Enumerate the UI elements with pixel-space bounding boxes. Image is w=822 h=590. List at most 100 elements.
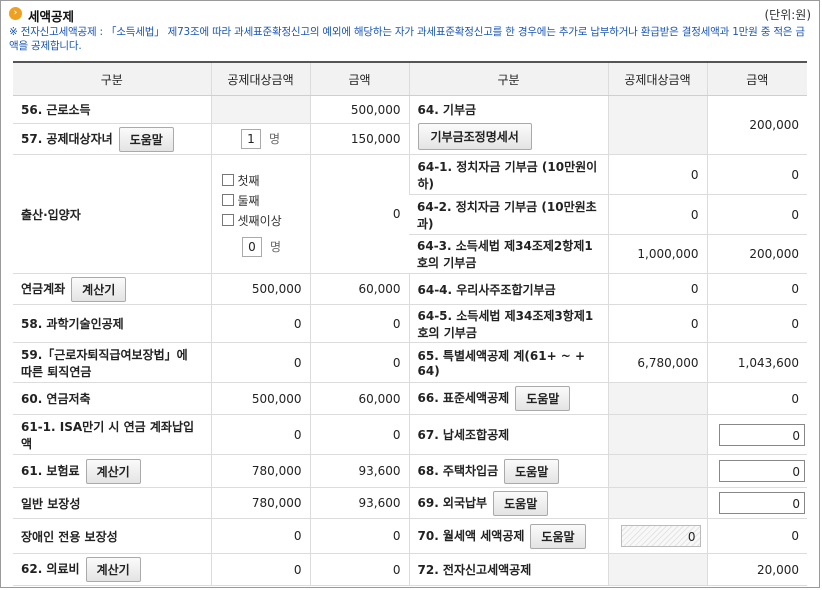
birth-count-input[interactable]: 0 xyxy=(241,237,262,257)
row-label: 장애인 전용 보장성 xyxy=(13,518,211,554)
help-button[interactable]: 도움말 xyxy=(493,490,549,516)
section-title: 세액공제 xyxy=(28,9,75,24)
table-row: 62. 의료비 계산기 0 0 72. 전자신고세액공제 20,000 xyxy=(13,553,807,586)
target-cell: 0 xyxy=(607,304,707,343)
row-label: 58. 과학기술인공제 xyxy=(13,304,211,343)
standard-credit-label: 66. 표준세액공제 xyxy=(417,391,510,405)
row-label: 69. 외국납부 도움말 xyxy=(408,487,608,519)
help-button[interactable]: 도움말 xyxy=(118,126,174,152)
row-label: 66. 표준세액공제 도움말 xyxy=(408,382,608,415)
target-cell xyxy=(607,487,707,519)
person-unit: 명 xyxy=(268,131,281,146)
target-cell xyxy=(607,553,707,586)
notice-text: ※ 전자신고세액공제 : 「소득세법」 제73조에 따라 과세표준확정신고의 예… xyxy=(9,26,805,52)
foreign-tax-cell: 0 xyxy=(706,487,807,519)
amount-cell: 200,000 xyxy=(706,95,807,155)
amount-cell: 93,600 xyxy=(309,454,409,488)
foreign-tax-input[interactable]: 0 xyxy=(719,492,805,514)
row-label: 64-2. 정치자금 기부금 (10만원초과) xyxy=(409,194,608,235)
target-cell: 0 xyxy=(210,414,310,455)
row-label: 60. 연금저축 xyxy=(13,382,211,415)
amount-cell: 0 xyxy=(309,518,409,554)
row-label: 61-1. ISA만기 시 연금 계좌납입액 xyxy=(13,414,211,455)
amount-cell: 60,000 xyxy=(309,273,409,305)
second-child-checkbox[interactable]: 둘째 xyxy=(221,191,302,211)
pension-account-label: 연금계좌 xyxy=(21,281,66,296)
table-row: 장애인 전용 보장성 0 0 70. 월세액 세액공제 도움말 0 0 xyxy=(13,518,807,554)
col-header-amount: 금액 xyxy=(309,61,409,96)
checkbox-icon xyxy=(221,174,234,186)
table-row: 60. 연금저축 500,000 60,000 66. 표준세액공제 도움말 0 xyxy=(13,382,807,415)
target-cell: 0 xyxy=(607,273,707,305)
amount-cell: 200,000 xyxy=(706,234,807,274)
target-cell: 500,000 xyxy=(210,273,310,305)
tax-union-credit-cell: 0 xyxy=(706,414,807,455)
child-deduction-label: 57. 공제대상자녀 xyxy=(21,131,113,146)
amount-cell: 0 xyxy=(309,553,409,586)
housing-loan-label: 68. 주택차입금 xyxy=(417,463,499,478)
target-cell: 0 xyxy=(607,194,707,235)
medical-label: 62. 의료비 xyxy=(21,562,80,576)
tax-union-credit-input[interactable]: 0 xyxy=(719,423,805,446)
amount-cell: 500,000 xyxy=(309,95,409,124)
amount-cell: 20,000 xyxy=(706,553,807,586)
calculator-button[interactable]: 계산기 xyxy=(71,276,127,302)
amount-cell: 0 xyxy=(706,304,807,343)
third-child-checkbox[interactable]: 셋째이상 xyxy=(221,211,302,231)
checkbox-label: 첫째 xyxy=(237,174,260,188)
target-cell: 0 xyxy=(210,553,310,586)
first-child-checkbox[interactable]: 첫째 xyxy=(221,171,302,191)
target-cell xyxy=(607,454,707,488)
row-label: 64-4. 우리사주조합기부금 xyxy=(408,273,608,305)
table-row: 59.「근로자퇴직급여보장법」에 따른 퇴직연금 0 0 65. 특별세액공제 … xyxy=(13,342,807,383)
donation-label: 64. 기부금 xyxy=(417,102,477,117)
col-header-target: 공제대상금액 xyxy=(607,61,707,96)
amount-cell: 0 xyxy=(309,414,409,455)
row-label: 64. 기부금 기부금조정명세서 xyxy=(408,95,608,155)
row-label: 67. 납세조합공제 xyxy=(408,414,608,455)
amount-cell: 0 xyxy=(706,154,807,195)
table-row: 연금계좌 계산기 500,000 60,000 64-4. 우리사주조합기부금 0… xyxy=(13,273,807,305)
amount-cell: 93,600 xyxy=(309,487,409,519)
amount-cell: 0 xyxy=(706,382,807,415)
target-cell: 500,000 xyxy=(210,382,310,415)
checkbox-icon xyxy=(221,214,234,226)
checkbox-icon xyxy=(221,194,234,206)
row-label: 56. 근로소득 xyxy=(13,95,211,124)
amount-cell: 0 xyxy=(309,154,409,274)
target-cell: 0 xyxy=(210,304,310,343)
row-label: 72. 전자신고세액공제 xyxy=(408,553,608,586)
donation-detail-button[interactable]: 기부금조정명세서 xyxy=(417,122,532,150)
amount-cell: 0 xyxy=(309,342,409,383)
row-label: 65. 특별세액공제 계(61+ ~ + 64) xyxy=(408,342,608,383)
amount-cell: 0 xyxy=(706,194,807,235)
target-cell xyxy=(210,95,310,124)
help-button[interactable]: 도움말 xyxy=(530,523,586,549)
child-count-input[interactable]: 1 xyxy=(240,129,261,149)
table-row: 일반 보장성 780,000 93,600 69. 외국납부 도움말 0 xyxy=(13,487,807,519)
housing-loan-input[interactable]: 0 xyxy=(719,460,805,482)
row-label: 61. 보험료 계산기 xyxy=(13,454,211,488)
monthly-rent-label: 70. 월세액 세액공제 xyxy=(417,528,525,543)
amount-cell: 0 xyxy=(706,273,807,305)
row-label: 일반 보장성 xyxy=(13,487,211,519)
section-header: › 세액공제 (단위:원) xyxy=(9,6,811,24)
target-cell: 780,000 xyxy=(210,454,310,488)
target-cell: 0 xyxy=(210,518,310,554)
foreign-tax-label: 69. 외국납부 xyxy=(417,495,488,510)
col-header-category: 구분 xyxy=(13,61,211,96)
person-unit: 명 xyxy=(269,239,282,254)
child-count-cell: 1명 xyxy=(210,123,310,155)
help-button[interactable]: 도움말 xyxy=(515,386,571,411)
amount-cell: 60,000 xyxy=(309,382,409,415)
tax-credit-table: 구분 공제대상금액 금액 구분 공제대상금액 금액 56. 근로소득 500,0… xyxy=(13,61,807,586)
target-cell: 6,780,000 xyxy=(607,342,707,383)
help-button[interactable]: 도움말 xyxy=(504,458,560,484)
col-header-category: 구분 xyxy=(408,61,608,96)
table-row: 58. 과학기술인공제 0 0 64-5. 소득세법 제34조제3항제1호의 기… xyxy=(13,304,807,343)
calculator-button[interactable]: 계산기 xyxy=(85,458,141,484)
row-label: 출산·입양자 xyxy=(13,154,211,274)
checkbox-label: 둘째 xyxy=(237,194,260,208)
calculator-button[interactable]: 계산기 xyxy=(85,557,141,582)
row-label: 64-1. 정치자금 기부금 (10만원이하) xyxy=(408,154,608,195)
